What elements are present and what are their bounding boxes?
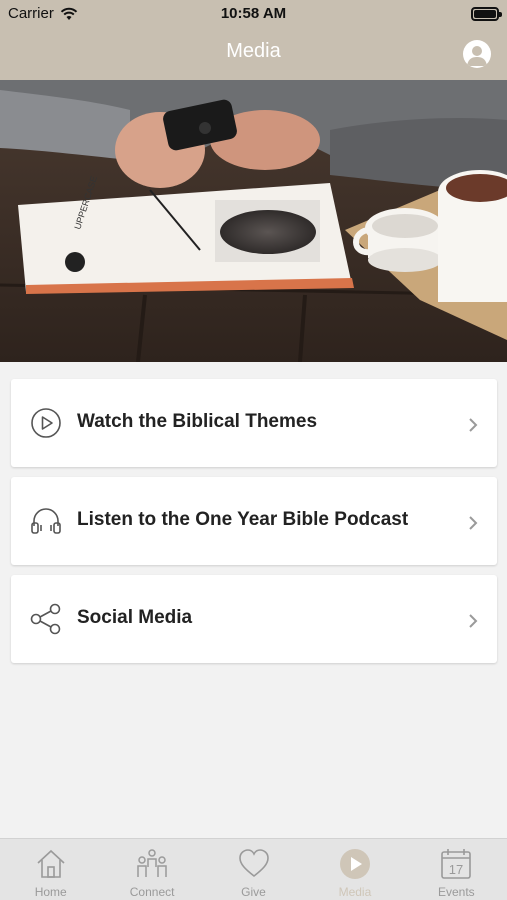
hero-image: UPPERCASE xyxy=(0,80,507,362)
tab-label: Connect xyxy=(129,885,175,899)
app-header: Carrier 10:58 AM Media xyxy=(0,0,507,80)
user-icon xyxy=(467,46,487,66)
tab-connect[interactable]: Connect xyxy=(101,839,202,900)
tab-events[interactable]: 17 Events xyxy=(406,839,507,900)
social-media-item[interactable]: Social Media xyxy=(11,575,497,663)
play-circle-icon xyxy=(31,408,61,438)
tab-label: Give xyxy=(241,885,266,899)
menu-item-label: Social Media xyxy=(77,607,193,628)
podcast-item[interactable]: Listen to the One Year Bible Podcast xyxy=(11,477,497,565)
tab-home[interactable]: Home xyxy=(0,839,101,900)
heart-icon xyxy=(238,849,269,878)
calendar-icon: 17 xyxy=(441,849,472,879)
calendar-day: 17 xyxy=(449,862,463,877)
chevron-right-icon xyxy=(469,614,478,628)
home-icon xyxy=(37,849,65,878)
tab-media[interactable]: Media xyxy=(304,839,405,900)
battery-icon xyxy=(471,7,502,21)
chevron-right-icon xyxy=(469,516,478,530)
headphones-icon xyxy=(31,508,61,534)
status-bar: Carrier 10:58 AM xyxy=(0,0,507,28)
tab-label: Events xyxy=(437,885,475,899)
menu-item-label: Listen to the One Year Bible Podcast xyxy=(77,509,409,530)
tab-bar: Home Connect Give Media 17 Events xyxy=(0,838,507,900)
tab-label: Media xyxy=(338,885,372,899)
page-title: Media xyxy=(226,40,281,62)
chevron-right-icon xyxy=(469,418,478,432)
share-icon xyxy=(30,603,61,635)
profile-button[interactable] xyxy=(463,40,491,68)
tab-give[interactable]: Give xyxy=(203,839,304,900)
watch-themes-item[interactable]: Watch the Biblical Themes xyxy=(11,379,497,467)
tab-label: Home xyxy=(34,885,67,899)
play-icon xyxy=(339,849,370,879)
people-icon xyxy=(137,849,167,877)
menu-item-label: Watch the Biblical Themes xyxy=(77,411,318,432)
status-time: 10:58 AM xyxy=(220,5,287,22)
